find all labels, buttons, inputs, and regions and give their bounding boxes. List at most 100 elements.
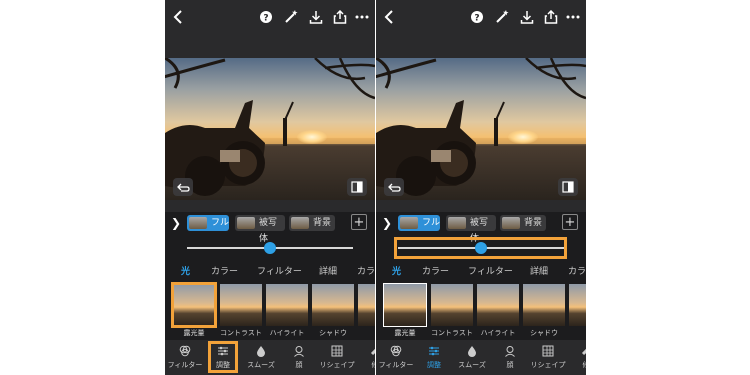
tab-color-more[interactable]: カラ bbox=[568, 264, 586, 277]
bandage-icon bbox=[370, 348, 375, 356]
segment-subject[interactable]: 被写体 bbox=[235, 215, 285, 244]
back-icon[interactable] bbox=[169, 8, 187, 26]
download-icon[interactable] bbox=[518, 8, 536, 26]
tool-thumb-contrast[interactable] bbox=[431, 284, 473, 326]
segment-full[interactable]: フル bbox=[398, 215, 440, 231]
add-segment-button[interactable]: + bbox=[562, 214, 578, 230]
drop-icon bbox=[468, 346, 476, 357]
tool-label: コントラスト bbox=[431, 329, 473, 337]
bottom-nav: フィルター 調整 スムーズ 顔 リシェイプ 修 bbox=[165, 340, 375, 375]
tool-label: シャドウ bbox=[530, 329, 558, 337]
compare-button[interactable] bbox=[347, 178, 367, 196]
tab-color-more[interactable]: カラ bbox=[357, 264, 375, 277]
tool-label: ハイライト bbox=[480, 329, 516, 337]
compare-button[interactable] bbox=[558, 178, 578, 196]
segment-full[interactable]: フル bbox=[187, 215, 229, 231]
bottom-nav: フィルター 調整 スムーズ 顔 リシェイプ 修 bbox=[376, 340, 586, 375]
tool-label: 露光量 bbox=[183, 329, 205, 337]
segment-background[interactable]: 背景 bbox=[500, 215, 546, 231]
top-toolbar: ? bbox=[165, 0, 375, 58]
share-icon[interactable] bbox=[331, 8, 349, 26]
nav-filter[interactable]: フィルター bbox=[165, 343, 205, 370]
more-icon[interactable] bbox=[353, 8, 371, 26]
tab-light[interactable]: 光 bbox=[392, 264, 401, 277]
tab-color[interactable]: カラー bbox=[211, 264, 238, 277]
chevron-right-icon[interactable]: ❯ bbox=[382, 216, 392, 230]
nav-face[interactable]: 顔 bbox=[279, 343, 319, 370]
nav-face[interactable]: 顔 bbox=[490, 343, 530, 370]
undo-button[interactable] bbox=[173, 178, 193, 196]
tab-light[interactable]: 光 bbox=[181, 264, 190, 277]
svg-text:?: ? bbox=[263, 14, 268, 24]
help-icon[interactable]: ? bbox=[468, 8, 486, 26]
tool-thumb-next[interactable] bbox=[358, 284, 375, 326]
photo-preview[interactable] bbox=[165, 58, 375, 200]
nav-smooth[interactable]: スムーズ bbox=[452, 343, 492, 370]
magic-wand-icon[interactable] bbox=[493, 8, 511, 26]
segment-subject[interactable]: 被写体 bbox=[446, 215, 496, 244]
segment-label: フル bbox=[422, 218, 441, 228]
segment-label: 背景 bbox=[313, 218, 332, 228]
nav-label: リシェイプ bbox=[530, 361, 566, 369]
tool-thumb-exposure[interactable] bbox=[383, 283, 427, 327]
undo-button[interactable] bbox=[384, 178, 404, 196]
nav-adjust[interactable]: 調整 bbox=[414, 343, 454, 370]
more-icon[interactable] bbox=[564, 8, 582, 26]
nav-label: フィルター bbox=[378, 361, 414, 369]
help-icon[interactable]: ? bbox=[257, 8, 275, 26]
tool-thumb-shadow[interactable] bbox=[312, 284, 354, 326]
tool-label: ホ bbox=[566, 328, 586, 338]
top-toolbar: ? bbox=[376, 0, 586, 58]
nav-label: リシェイプ bbox=[319, 361, 355, 369]
nav-repair[interactable]: 修 bbox=[355, 343, 375, 370]
adjust-tool-list: 露光量 コントラスト ハイライト シャドウ ホ bbox=[376, 280, 586, 340]
tool-label: ハイライト bbox=[269, 329, 305, 337]
add-segment-button[interactable]: + bbox=[351, 214, 367, 230]
nav-label: 顔 bbox=[295, 361, 303, 369]
adjust-slider[interactable] bbox=[376, 236, 586, 260]
face-icon bbox=[294, 346, 304, 357]
tab-detail[interactable]: 詳細 bbox=[530, 264, 548, 277]
nav-reshape[interactable]: リシェイプ bbox=[317, 343, 357, 370]
filter-icon bbox=[179, 345, 191, 357]
tool-label: ホ bbox=[355, 328, 375, 338]
nav-label: 調整 bbox=[427, 361, 441, 369]
highlight-box bbox=[394, 237, 567, 259]
tool-label: シャドウ bbox=[319, 329, 347, 337]
nav-label: 修 bbox=[583, 361, 587, 369]
tab-detail[interactable]: 詳細 bbox=[319, 264, 337, 277]
editor-screen-left: ? ❯ フル 被写体 背景 + 光 カラー フィルター 詳細 カラ 露光量 コン… bbox=[165, 0, 375, 375]
grid-icon bbox=[331, 345, 343, 357]
tool-thumb-highlight[interactable] bbox=[477, 284, 519, 326]
tool-thumb-highlight[interactable] bbox=[266, 284, 308, 326]
segment-background[interactable]: 背景 bbox=[289, 215, 335, 231]
tool-thumb-contrast[interactable] bbox=[220, 284, 262, 326]
download-icon[interactable] bbox=[307, 8, 325, 26]
sliders-icon bbox=[429, 346, 439, 356]
tab-filter[interactable]: フィルター bbox=[257, 264, 302, 277]
tab-filter[interactable]: フィルター bbox=[468, 264, 513, 277]
segment-label: 背景 bbox=[524, 218, 543, 228]
tool-thumb-shadow[interactable] bbox=[523, 284, 565, 326]
tool-thumb-next[interactable] bbox=[569, 284, 586, 326]
mask-selector: ❯ フル 被写体 背景 + bbox=[165, 212, 375, 244]
editor-screen-right: ? ❯ フル 被写体 背景 + 光 カラー フィルター 詳細 カラ 露光量 コン… bbox=[376, 0, 586, 375]
svg-text:?: ? bbox=[474, 14, 479, 24]
mask-selector: ❯ フル 被写体 背景 + bbox=[376, 212, 586, 244]
back-icon[interactable] bbox=[380, 8, 398, 26]
photo-preview[interactable] bbox=[376, 58, 586, 200]
grid-icon bbox=[542, 345, 554, 357]
magic-wand-icon[interactable] bbox=[282, 8, 300, 26]
slider-knob[interactable] bbox=[264, 242, 276, 254]
nav-label: 顔 bbox=[506, 361, 514, 369]
nav-filter[interactable]: フィルター bbox=[376, 343, 416, 370]
nav-smooth[interactable]: スムーズ bbox=[241, 343, 281, 370]
bandage-icon bbox=[581, 348, 586, 356]
adjust-slider[interactable] bbox=[165, 236, 375, 260]
nav-repair[interactable]: 修 bbox=[566, 343, 586, 370]
nav-reshape[interactable]: リシェイプ bbox=[528, 343, 568, 370]
share-icon[interactable] bbox=[542, 8, 560, 26]
chevron-right-icon[interactable]: ❯ bbox=[171, 216, 181, 230]
drop-icon bbox=[257, 346, 265, 357]
tab-color[interactable]: カラー bbox=[422, 264, 449, 277]
